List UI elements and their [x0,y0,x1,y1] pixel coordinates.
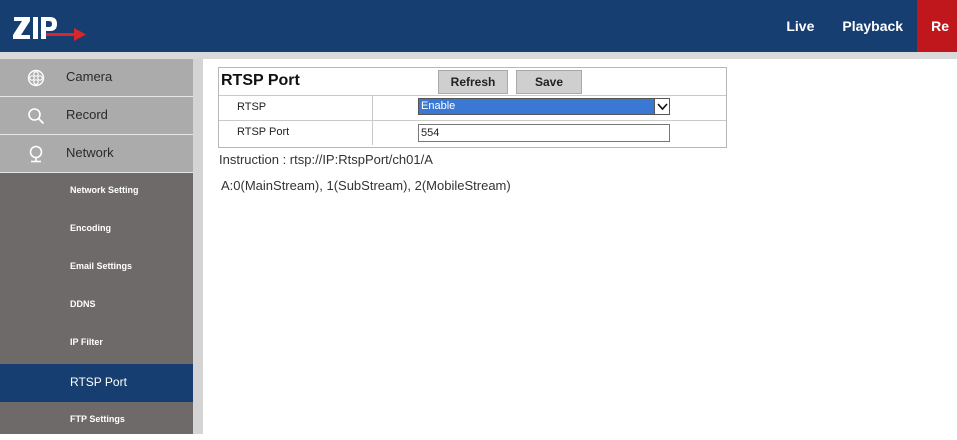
top-bar: Live Playback Re [0,0,957,52]
nav-live[interactable]: Live [772,0,828,52]
page-title: RTSP Port [221,72,300,89]
sidebar-subitem-label: FTP Settings [70,414,125,424]
cell-divider [372,121,373,145]
settings-row-rtsp-port: RTSP Port [219,120,726,145]
sidebar-item-email-settings[interactable]: Email Settings [0,249,193,287]
sidebar-subitem-label: Email Settings [70,261,133,271]
rtsp-label: RTSP [237,101,267,113]
save-button[interactable]: Save [516,70,582,94]
stream-legend-text: A:0(MainStream), 1(SubStream), 2(MobileS… [221,178,511,193]
settings-row-rtsp: RTSP Enable [219,95,726,120]
sidebar-item-network-setting[interactable]: Network Setting [0,173,193,211]
camera-aperture-icon [27,69,45,87]
sidebar-divider [193,59,203,434]
sidebar-item-camera[interactable]: Camera [0,59,193,97]
instruction-text: Instruction : rtsp://IP:RtspPort/ch01/A [219,152,433,167]
sidebar-subitem-label: DDNS [70,299,96,309]
sidebar-item-ip-filter[interactable]: IP Filter [0,325,193,363]
network-icon [29,145,43,163]
rtsp-enable-value: Enable [421,100,456,112]
sidebar-subitem-label: RTSP Port [70,375,127,389]
nav-remote-setting[interactable]: Re [917,0,957,52]
chevron-down-icon[interactable] [654,99,669,114]
rtsp-port-input[interactable] [418,124,670,142]
refresh-button[interactable]: Refresh [438,70,508,94]
sidebar-item-ftp-settings[interactable]: FTP Settings [0,402,193,440]
zip-logo [13,17,86,41]
sidebar-item-record[interactable]: Record [0,97,193,135]
rtsp-port-label: RTSP Port [237,126,290,138]
sidebar-item-ddns[interactable]: DDNS [0,287,193,325]
header-strip [0,52,957,59]
sidebar-item-network[interactable]: Network [0,135,193,173]
cell-divider [372,96,373,120]
sidebar-subitem-label: IP Filter [70,337,103,347]
rtsp-enable-select[interactable]: Enable [418,98,670,115]
rtsp-settings-panel: RTSP Port Refresh Save RTSP Enable RTSP … [218,67,727,148]
top-nav: Live Playback Re [772,0,957,52]
sidebar-subitem-label: Network Setting [70,185,139,195]
sidebar-item-label: Camera [66,69,113,84]
sidebar-subitem-label: Encoding [70,223,111,233]
search-icon [28,108,45,125]
sidebar-item-label: Network [66,145,114,160]
nav-playback[interactable]: Playback [828,0,917,52]
sidebar-item-rtsp-port[interactable]: RTSP Port [0,364,193,402]
sidebar-item-encoding[interactable]: Encoding [0,211,193,249]
sidebar-item-label: Record [66,107,108,122]
